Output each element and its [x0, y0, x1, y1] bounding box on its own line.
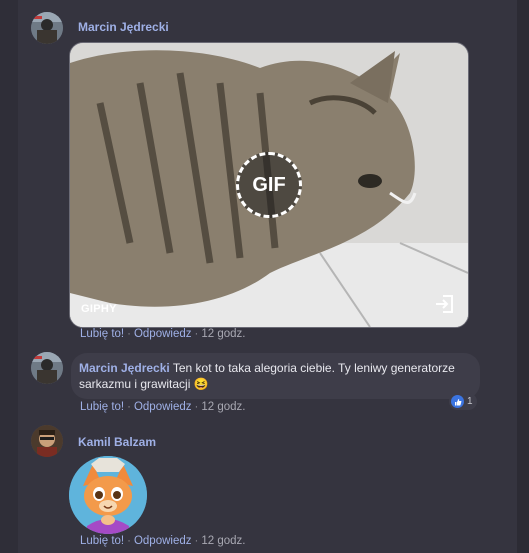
cartoon-fox-sticker[interactable] [69, 456, 147, 534]
separator-dot: · [127, 535, 131, 547]
comment-bubble: Marcin Jędrecki Ten kot to taka alegoria… [71, 353, 480, 399]
separator-dot: · [127, 401, 131, 413]
timestamp[interactable]: 12 godz. [201, 401, 245, 413]
avatar-image [31, 425, 63, 457]
timestamp[interactable]: 12 godz. [201, 328, 245, 340]
comment-body: Marcin Jędrecki Ten kot to taka alegoria… [79, 360, 474, 392]
comment-actions: Lubię to! · Odpowiedz · 12 godz. [80, 401, 245, 413]
like-link[interactable]: Lubię to! [80, 401, 124, 413]
gif-badge[interactable]: GIF [236, 152, 302, 218]
left-gutter [0, 0, 18, 553]
timestamp[interactable]: 12 godz. [201, 535, 245, 547]
avatar-image [31, 12, 63, 44]
laughing-emoji-icon: 😆 [193, 377, 209, 391]
comment-actions: Lubię to! · Odpowiedz · 12 godz. [80, 535, 245, 547]
sticker-image [69, 456, 147, 534]
comment-actions: Lubię to! · Odpowiedz · 12 godz. [80, 328, 245, 340]
giphy-label: GIPHY [81, 303, 117, 315]
reaction-summary[interactable]: 1 [449, 393, 477, 410]
separator-dot: · [127, 328, 131, 340]
comment-author[interactable]: Kamil Balzam [78, 435, 156, 449]
reaction-count: 1 [467, 396, 473, 407]
comment-author[interactable]: Marcin Jędrecki [78, 20, 169, 34]
reply-link[interactable]: Odpowiedz [134, 328, 192, 340]
gif-attachment[interactable]: GIF GIPHY [69, 42, 469, 328]
avatar[interactable] [31, 12, 63, 44]
reply-link[interactable]: Odpowiedz [134, 401, 192, 413]
separator-dot: · [194, 328, 199, 340]
separator-dot: · [194, 401, 199, 413]
separator-dot: · [194, 535, 199, 547]
like-link[interactable]: Lubię to! [80, 535, 124, 547]
like-icon [451, 395, 464, 408]
reply-link[interactable]: Odpowiedz [134, 535, 192, 547]
comment-author[interactable]: Marcin Jędrecki [79, 361, 170, 375]
avatar-image [31, 352, 63, 384]
expand-out-icon[interactable] [434, 293, 456, 315]
avatar[interactable] [31, 425, 63, 457]
avatar[interactable] [31, 352, 63, 384]
scrollbar-track[interactable] [517, 0, 529, 553]
like-link[interactable]: Lubię to! [80, 328, 124, 340]
